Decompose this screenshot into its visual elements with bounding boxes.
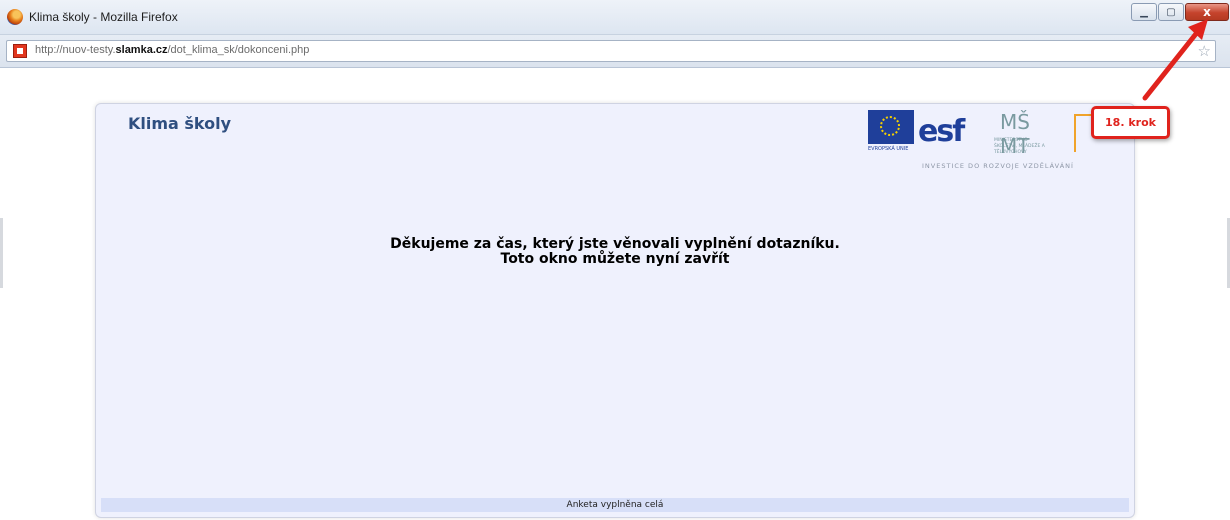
url-domain: slamka.cz [115, 44, 168, 56]
window-title: Klima školy - Mozilla Firefox [29, 10, 178, 24]
esf-logo: esf [918, 110, 965, 152]
msmt-logo: MŠ MT MINISTERSTVO ŠKOLSTVÍ, MLÁDEŽE A T… [994, 110, 1052, 158]
firefox-logo-icon [7, 9, 23, 25]
url-path: /dot_klima_sk/dokonceni.php [167, 44, 310, 56]
minimize-button[interactable]: ▁ [1131, 3, 1157, 21]
window-titlebar: Klima školy - Mozilla Firefox ▁ ▢ x [0, 0, 1230, 35]
close-window-button[interactable]: x [1185, 3, 1229, 21]
url-text[interactable]: http://nuov-testy.slamka.cz/dot_klima_sk… [35, 44, 309, 56]
thank-you-message: Děkujeme za čas, který jste věnovali vyp… [96, 237, 1134, 267]
page-title: Klima školy [128, 114, 232, 133]
maximize-button[interactable]: ▢ [1158, 3, 1184, 21]
eu-flag-icon [868, 110, 914, 144]
eu-stars-icon [880, 116, 900, 136]
browser-viewport: Klima školy EVROPSKÁ UNIE esf MŠ MT MINI… [0, 68, 1230, 520]
message-line-1: Děkujeme za čas, který jste věnovali vyp… [390, 236, 840, 252]
survey-page: Klima školy EVROPSKÁ UNIE esf MŠ MT MINI… [95, 103, 1135, 518]
investment-tagline: INVESTICE DO ROZVOJE VZDĚLÁVÁNÍ [922, 162, 1074, 170]
esf-logo-text: esf [918, 114, 965, 149]
step-callout: 18. krok [1091, 106, 1170, 139]
left-edge-marker [0, 218, 3, 288]
message-line-2: Toto okno můžete nyní zavřít [500, 251, 730, 267]
msmt-caption: MINISTERSTVO ŠKOLSTVÍ, MLÁDEŽE A TĚLOVÝC… [994, 138, 1045, 155]
site-favicon-icon [13, 44, 27, 58]
eu-caption: EVROPSKÁ UNIE [868, 146, 909, 152]
navigation-toolbar: http://nuov-testy.slamka.cz/dot_klima_sk… [0, 35, 1230, 68]
address-bar[interactable]: http://nuov-testy.slamka.cz/dot_klima_sk… [6, 40, 1216, 62]
completion-status-footer: Anketa vyplněna celá [101, 498, 1129, 512]
url-prefix: http://nuov-testy. [35, 44, 116, 56]
bookmark-star-icon[interactable]: ☆ [1198, 42, 1211, 60]
